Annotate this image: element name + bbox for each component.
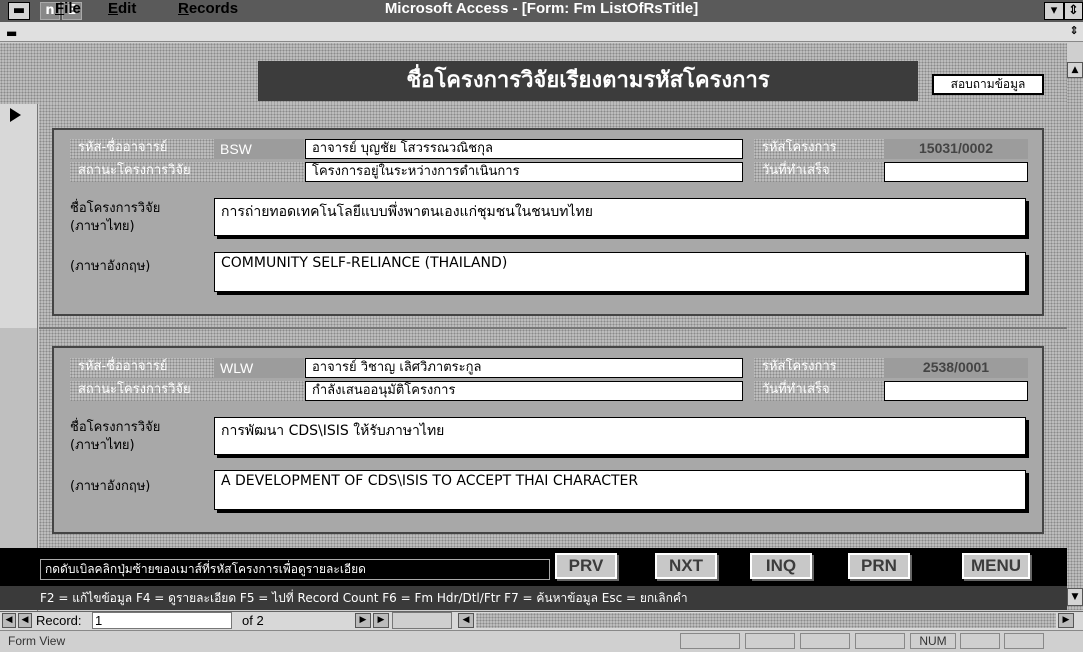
title-en-field[interactable]: A DEVELOPMENT OF CDS\ISIS TO ACCEPT THAI… xyxy=(214,470,1026,510)
finish-date-field[interactable] xyxy=(884,381,1028,401)
inquiry-button[interactable]: สอบถามข้อมูล xyxy=(932,74,1044,95)
first-record-icon[interactable]: ◀ xyxy=(2,613,16,628)
status-field[interactable]: กำลังเสนออนุมัติโครงการ xyxy=(305,381,743,401)
record-selector-2[interactable] xyxy=(0,328,38,548)
project-code-label: รหัสโครงการ xyxy=(754,358,884,378)
status-cell xyxy=(745,633,795,649)
hint-text: กดดับเบิลคลิกปุ่มซ้ายของเมาส์ที่รหัสโครง… xyxy=(40,559,550,580)
window-title: Microsoft Access - [Form: Fm ListOfRsTit… xyxy=(384,0,699,17)
record-divider xyxy=(39,327,1067,329)
num-lock-indicator: NUM xyxy=(910,633,956,649)
finish-date-field[interactable] xyxy=(884,162,1028,182)
record-label: Record: xyxy=(36,613,82,628)
last-record-icon[interactable]: ▶ xyxy=(373,613,389,628)
project-code-field[interactable]: 2538/0001 xyxy=(884,358,1028,378)
researcher-code-field[interactable]: WLW xyxy=(214,358,304,378)
print-button[interactable]: PRN xyxy=(848,553,910,579)
status-label: สถานะโครงการวิจัย xyxy=(70,381,304,401)
inquiry-button-bottom[interactable]: INQ xyxy=(750,553,812,579)
title-en-field[interactable]: COMMUNITY SELF-RELIANCE (THAILAND) xyxy=(214,252,1026,292)
title-th-label: ชื่อโครงการวิจัย (ภาษาไทย) xyxy=(70,201,161,234)
status-cell xyxy=(960,633,1000,649)
status-label: สถานะโครงการวิจัย xyxy=(70,162,304,182)
status-field[interactable]: โครงการอยู่ในระหว่างการดำเนินการ xyxy=(305,162,743,182)
menu-button[interactable]: MENU xyxy=(962,553,1030,579)
project-code-label: รหัสโครงการ xyxy=(754,139,884,159)
title-th-label: ชื่อโครงการวิจัย (ภาษาไทย) xyxy=(70,420,161,453)
title-en-label: (ภาษาอังกฤษ) xyxy=(70,259,151,274)
status-cell xyxy=(800,633,850,649)
researcher-code-label: รหัส-ชื่ออาจารย์ xyxy=(70,139,214,159)
minimize-icon[interactable]: ▾ xyxy=(1044,2,1064,20)
title-en-label: (ภาษาอังกฤษ) xyxy=(70,479,151,494)
status-cell xyxy=(680,633,740,649)
status-cell xyxy=(855,633,905,649)
doc-system-menu-icon[interactable]: ▬ xyxy=(6,26,26,40)
horizontal-scrollbar[interactable] xyxy=(476,613,1056,628)
finish-date-label: วันที่ทำเสร็จ xyxy=(754,162,884,182)
scroll-right-icon[interactable]: ▶ xyxy=(1058,613,1074,628)
record-count-text: of 2 xyxy=(242,613,264,628)
form-heading: ชื่อโครงการวิจัยเรียงตามรหัสโครงการ xyxy=(258,61,918,101)
nav-spacer xyxy=(392,612,452,629)
function-key-strip: F2 = แก้ไขข้อมูล F4 = ดูรายละเอียด F5 = … xyxy=(0,586,1083,610)
researcher-code-field[interactable]: BSW xyxy=(214,139,304,159)
menu-records[interactable]: Records xyxy=(178,0,238,20)
title-th-field[interactable]: การพัฒนา CDS\ISIS ให้รับภาษาไทย xyxy=(214,417,1026,455)
current-record-input[interactable]: 1 xyxy=(92,612,232,629)
scroll-left-icon[interactable]: ◀ xyxy=(458,613,474,628)
vertical-scrollbar[interactable] xyxy=(1067,62,1083,610)
scroll-up-icon[interactable]: ▲ xyxy=(1067,62,1083,78)
current-record-icon xyxy=(10,108,21,122)
next-button[interactable]: NXT xyxy=(655,553,717,579)
researcher-code-label: รหัส-ชื่ออาจารย์ xyxy=(70,358,214,378)
title-th-field[interactable]: การถ่ายทอดเทคโนโลยีแบบพึ่งพาตนเองแก่ชุมช… xyxy=(214,198,1026,236)
status-mode: Form View xyxy=(8,634,66,648)
function-key-text: F2 = แก้ไขข้อมูล F4 = ดูรายละเอียด F5 = … xyxy=(40,591,688,605)
doc-restore-icon[interactable]: ⇕ xyxy=(1066,24,1082,40)
researcher-name-field[interactable]: อาจารย์ วิชาญ เลิศวิภาตระกูล xyxy=(305,358,743,378)
prev-record-icon[interactable]: ◀ xyxy=(18,613,32,628)
restore-icon[interactable]: ⇕ xyxy=(1064,2,1083,20)
status-cell xyxy=(1004,633,1044,649)
project-code-field[interactable]: 15031/0002 xyxy=(884,139,1028,159)
menu-edit[interactable]: Edit xyxy=(108,0,136,20)
finish-date-label: วันที่ทำเสร็จ xyxy=(754,381,884,401)
prev-button[interactable]: PRV xyxy=(555,553,617,579)
researcher-name-field[interactable]: อาจารย์ บุญชัย โสวรรณวณิชกุล xyxy=(305,139,743,159)
menu-bar xyxy=(0,22,1083,42)
next-record-icon[interactable]: ▶ xyxy=(355,613,371,628)
menu-file[interactable]: File xyxy=(55,0,81,20)
scroll-down-icon[interactable]: ▼ xyxy=(1067,588,1083,606)
